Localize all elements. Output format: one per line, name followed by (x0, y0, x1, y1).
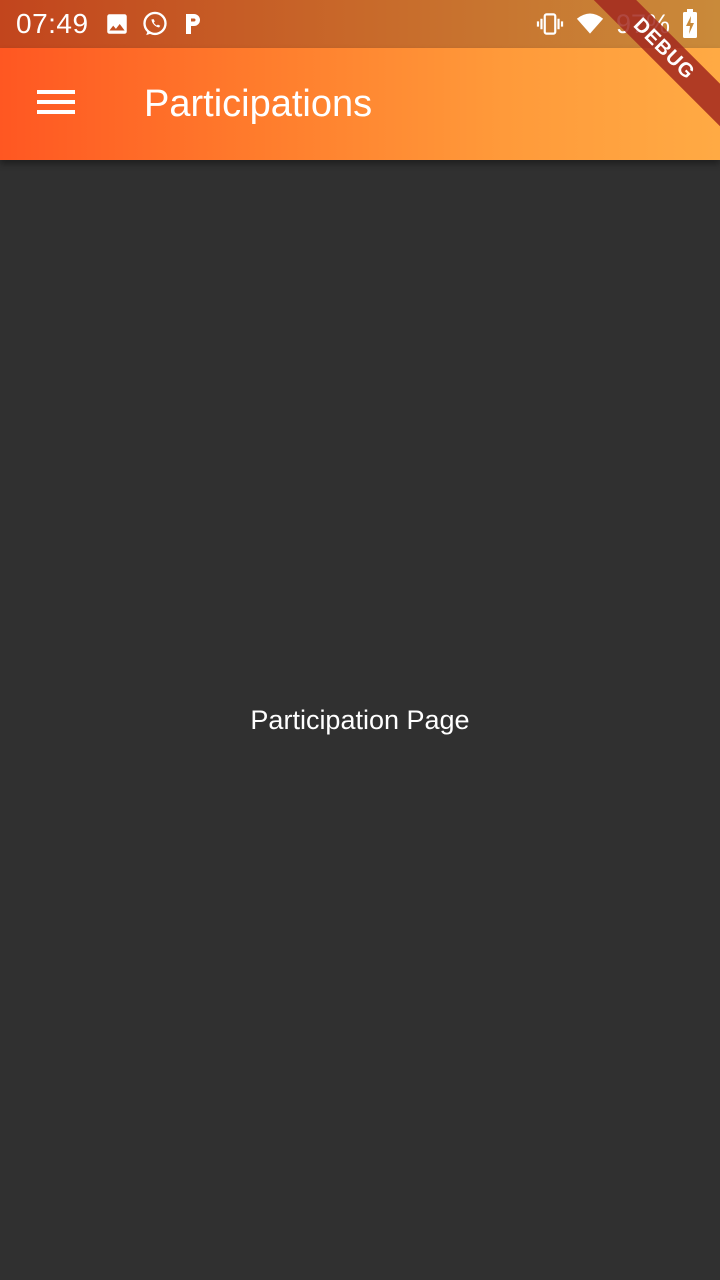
hamburger-menu-icon (37, 88, 75, 121)
status-bar-right: 97% (536, 0, 704, 48)
battery-charging-icon (676, 9, 704, 38)
screen: 07:49 97% Participations DEBUG Participa… (0, 0, 720, 1280)
status-bar-left: 07:49 (16, 0, 217, 48)
status-time: 07:49 (16, 8, 89, 39)
whatsapp-icon (141, 10, 169, 38)
page-title: Participations (144, 83, 373, 125)
main-content: Participation Page (0, 160, 720, 1280)
vibrate-icon (536, 10, 564, 38)
menu-button[interactable] (20, 68, 92, 140)
p-app-icon (179, 10, 207, 38)
wifi-icon (576, 10, 604, 38)
image-icon (103, 10, 131, 38)
page-label: Participation Page (250, 704, 470, 735)
status-bar: 07:49 97% (0, 0, 720, 48)
battery-percent: 97% (615, 8, 670, 39)
app-bar: Participations (0, 48, 720, 160)
